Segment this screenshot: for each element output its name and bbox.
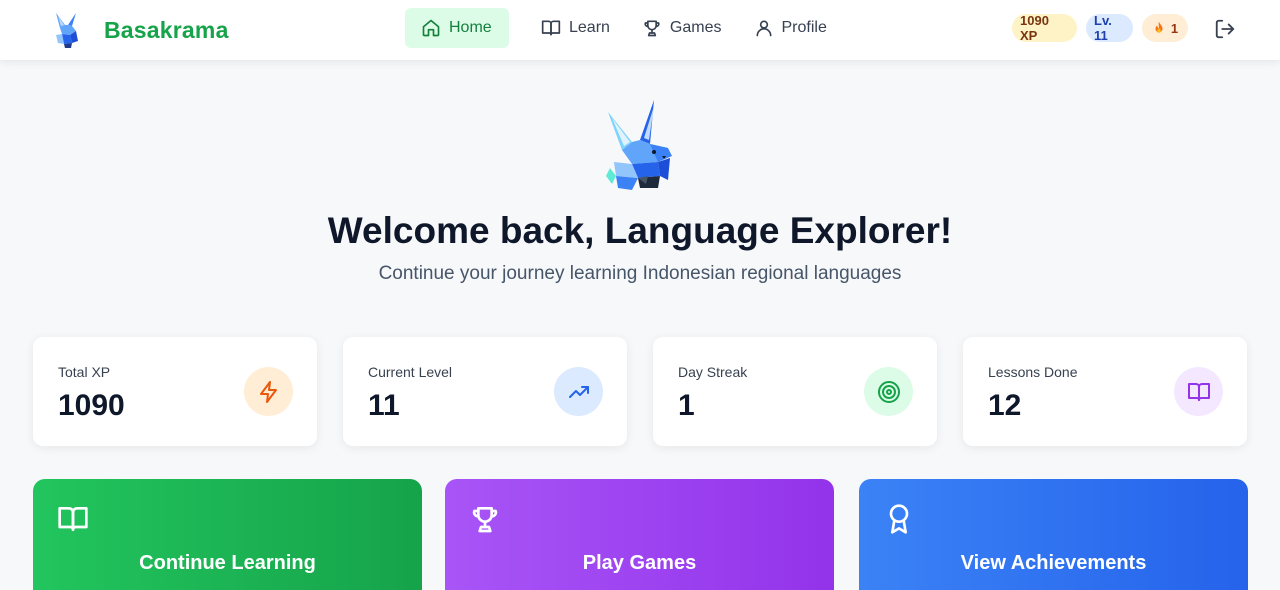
stat-icon-badge [554,367,603,416]
nav-profile[interactable]: Profile [738,8,843,48]
home-icon [422,19,440,37]
stat-value: 11 [368,389,400,422]
stat-value: 12 [988,389,1022,422]
nav-learn[interactable]: Learn [525,8,626,48]
continue-learning-card[interactable]: Continue Learning [33,479,422,590]
xp-badge: 1090 XP [1012,13,1077,43]
trophy-icon [644,20,660,37]
book-icon [1187,382,1210,401]
play-games-card[interactable]: Play Games [445,479,834,590]
stat-icon-badge [864,367,913,416]
stat-icon-badge [1174,367,1223,416]
book-icon [541,20,561,36]
stat-label: Day Streak [678,364,748,380]
trophy-icon [472,507,498,533]
streak-badge-label: 1 [1170,20,1179,36]
book-icon [58,507,88,531]
nav-learn-label: Learn [569,19,610,36]
level-badge: Lv. 11 [1086,13,1133,43]
stat-card-day-streak: Day Streak 1 [653,337,937,446]
action-card-label: Play Games [582,552,697,574]
streak-badge: 1 [1142,14,1188,42]
trending-up-icon [568,385,589,398]
action-card-label: View Achievements [960,552,1147,574]
award-icon [889,504,909,534]
lightning-icon [259,380,277,403]
stat-icon-badge [244,367,293,416]
nav-games[interactable]: Games [626,8,738,48]
fire-icon [1155,21,1163,33]
stat-value: 1 [678,389,695,422]
action-card-label: Continue Learning [139,552,316,574]
brand-name: Basakrama [104,16,229,43]
stat-label: Lessons Done [988,364,1078,380]
brand[interactable]: Basakrama [52,8,229,52]
stat-card-current-level: Current Level 11 [343,337,627,446]
nav-profile-label: Profile [781,19,827,36]
top-navbar: Basakrama Home Learn Games Profile 1090 … [0,0,1280,60]
stat-card-lessons-done: Lessons Done 12 [963,337,1247,446]
stat-card-total-xp: Total XP 1090 [33,337,317,446]
target-icon [877,380,900,403]
stat-label: Total XP [58,364,111,380]
nav-games-label: Games [669,19,722,36]
stat-label: Current Level [368,364,453,380]
welcome-subtitle: Continue your journey learning Indonesia… [378,263,902,284]
user-icon [756,20,771,37]
nav-home[interactable]: Home [405,8,509,48]
welcome-title: Welcome back, Language Explorer! [327,210,953,251]
fox-mascot-icon [56,13,78,48]
xp-badge-label: 1090 XP [1020,13,1049,43]
fox-mascot-image [606,100,672,190]
view-achievements-card[interactable]: View Achievements [859,479,1248,590]
logout-icon[interactable] [1214,18,1236,40]
stat-value: 1090 [58,389,125,422]
level-badge-label: Lv. 11 [1094,13,1112,43]
nav-home-label: Home [449,19,492,36]
main-nav: Home Learn Games Profile [405,8,843,48]
user-stats: 1090 XP Lv. 11 1 [1012,13,1188,43]
